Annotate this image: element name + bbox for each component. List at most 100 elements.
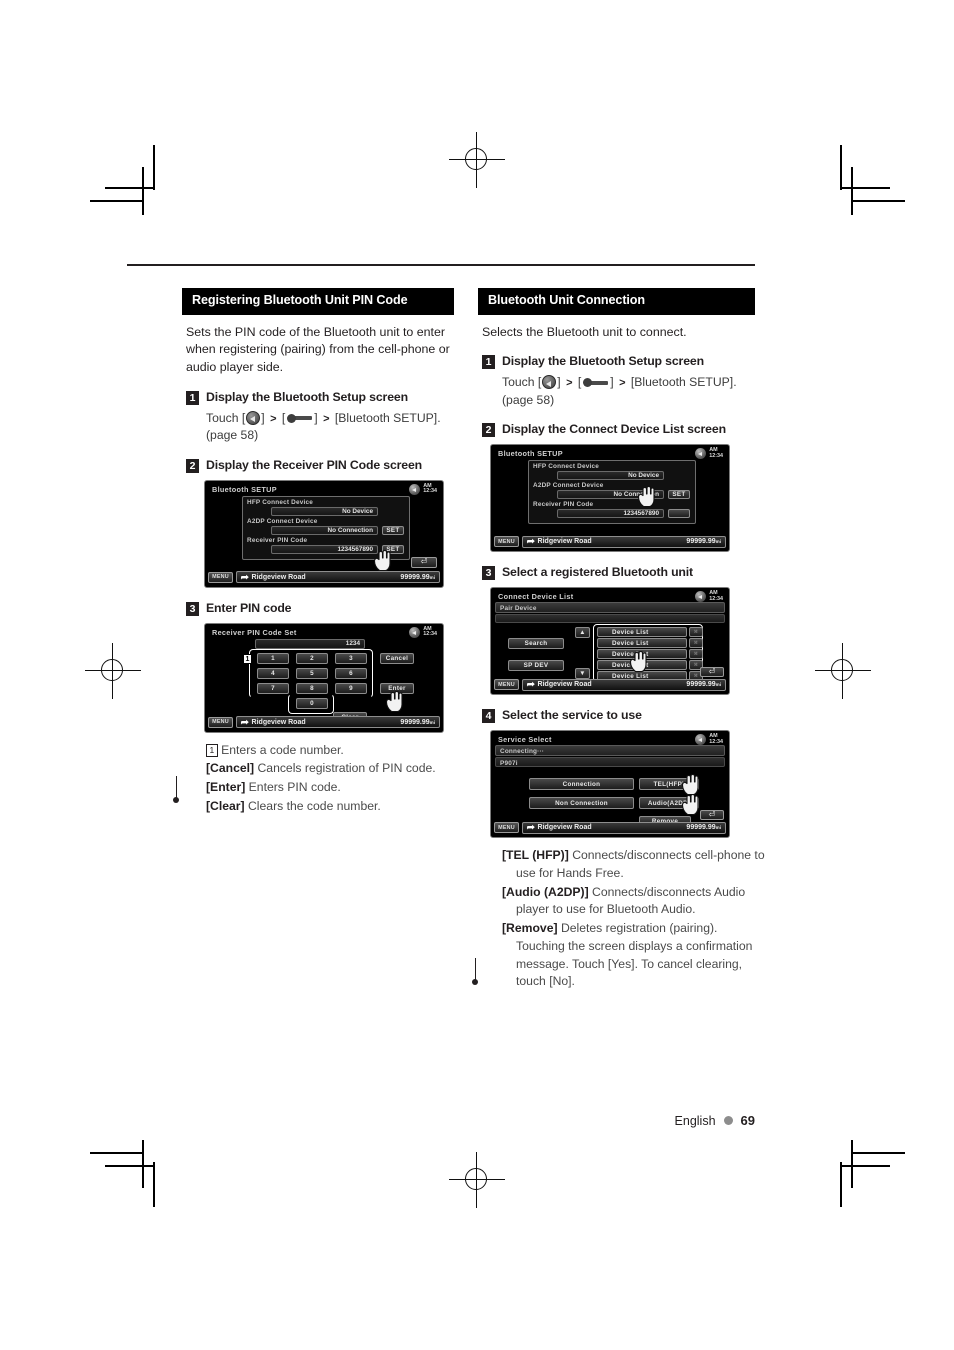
keypad-key-7[interactable]: 7 — [257, 682, 289, 694]
menu-button[interactable]: MENU — [494, 679, 519, 691]
definition-term: [TEL (HFP)] — [502, 848, 569, 863]
road-info-bar[interactable]: ➦ Ridgeview Road 99999.99mi — [522, 821, 726, 834]
keypad-key-4[interactable]: 4 — [257, 667, 289, 679]
road-name: Ridgeview Road — [537, 538, 592, 546]
road-info-bar[interactable]: ➦ Ridgeview Road 99999.99mi — [236, 571, 440, 584]
receiver-pin-set-button[interactable] — [668, 509, 690, 519]
clock-time: 12:34 — [423, 631, 437, 638]
touch-open2-text: [ — [278, 410, 286, 425]
right-step-4: 4 Select the service to use — [482, 708, 750, 724]
a2dp-set-button[interactable]: SET — [668, 490, 690, 500]
right-step-1-instruction: Touch [] > [] > [Bluetooth SETUP]. (page… — [502, 374, 750, 409]
bottom-bar: MENU ➦ Ridgeview Road 99999.99mi — [208, 716, 440, 729]
a2dp-set-button[interactable]: SET — [382, 525, 404, 535]
back-button[interactable]: ⏎ — [700, 810, 724, 821]
road-info-bar[interactable]: ➦ Ridgeview Road 99999.99mi — [522, 678, 726, 691]
turn-arrow-icon: ➦ — [526, 536, 535, 547]
definition-description: Clears the code number. — [248, 798, 381, 813]
distance-value: 99999.99 — [400, 718, 430, 726]
bottom-bar: MENU ➦ Ridgeview Road 99999.99mi — [494, 821, 726, 834]
right-step-1-page-ref: (page 58) — [502, 393, 555, 408]
device-detail-button[interactable]: ⁙ — [689, 649, 703, 660]
menu-button[interactable]: MENU — [208, 571, 233, 583]
distance-unit: mi — [429, 574, 435, 580]
road-left-group: ➦ Ridgeview Road — [527, 680, 592, 689]
device-detail-button[interactable]: ⁙ — [689, 627, 703, 638]
setup-panel: HFP Connect Device No Device A2DP Connec… — [528, 460, 696, 525]
distance-readout: 99999.99mi — [686, 681, 721, 688]
turn-arrow-icon: ➦ — [240, 571, 249, 582]
turn-arrow-icon: ➦ — [526, 679, 535, 690]
registration-mark-left — [85, 643, 141, 699]
keypad-key-0[interactable]: 0 — [296, 697, 328, 709]
hfp-connect-device-value[interactable]: No Device — [271, 506, 378, 516]
left-intro-text: Sets the PIN code of the Bluetooth unit … — [186, 324, 450, 375]
crop-mark-bottom-right — [805, 1140, 905, 1210]
keypad-key-9[interactable]: 9 — [335, 682, 367, 694]
back-button[interactable]: ⏎ — [411, 556, 437, 568]
hand-pointer-icon — [681, 793, 700, 816]
keypad-key-8[interactable]: 8 — [296, 682, 328, 694]
road-left-group: ➦ Ridgeview Road — [240, 571, 306, 582]
touch-prefix-text: Touch [ — [502, 375, 542, 390]
keypad-key-2[interactable]: 2 — [296, 652, 328, 664]
device-list-row-label: Device List — [612, 639, 649, 647]
back-circle-icon — [246, 410, 261, 425]
definition-term: [Cancel] — [206, 761, 255, 776]
registration-mark-right — [815, 643, 871, 699]
distance-value: 99999.99 — [686, 681, 716, 689]
road-info-bar[interactable]: ➦ Ridgeview Road 99999.99mi — [522, 535, 726, 548]
arrow-separator-1: > — [270, 412, 277, 425]
crop-mark-top-right — [805, 145, 905, 215]
right-step-1-number: 1 — [482, 355, 495, 370]
keypad-key-1[interactable]: 1 — [257, 652, 289, 664]
definition-term: [Clear] — [206, 798, 245, 813]
touch-prefix-text: Touch [ — [206, 410, 246, 425]
device-list-row[interactable]: Device List — [597, 627, 687, 638]
setup-slider-icon — [287, 413, 313, 423]
footer-dot-icon — [723, 1116, 733, 1125]
scroll-up-button[interactable]: ▲ — [575, 627, 590, 639]
non-connection-status-field: Non Connection — [529, 797, 634, 810]
pin-cancel-button[interactable]: Cancel — [380, 652, 414, 664]
left-step-1-instruction: Touch [] > [] > [Bluetooth SETUP]. (page… — [206, 410, 454, 445]
screenshot-connect-device-list: Connect Device List AM 12:34 Pair Device… — [490, 587, 730, 696]
turn-arrow-icon: ➦ — [526, 822, 535, 833]
distance-value: 99999.99 — [686, 538, 716, 546]
margin-dot-right — [472, 979, 478, 985]
margin-tick-right — [475, 958, 477, 980]
device-detail-button[interactable]: ⁙ — [689, 638, 703, 649]
a2dp-connect-device-value[interactable]: No Connection — [271, 525, 378, 535]
road-name: Ridgeview Road — [537, 681, 592, 689]
menu-button[interactable]: MENU — [494, 536, 519, 548]
screen-title: Bluetooth SETUP — [212, 484, 277, 494]
device-list-row[interactable]: Device List — [597, 638, 687, 649]
keypad-key-6[interactable]: 6 — [335, 667, 367, 679]
back-button[interactable]: ⏎ — [700, 667, 724, 678]
menu-button[interactable]: MENU — [208, 716, 233, 728]
left-step-2: 2 Display the Receiver PIN Code screen — [186, 458, 454, 473]
right-step-3-title: Select a registered Bluetooth unit — [502, 565, 694, 580]
screen-title: Service Select — [498, 735, 552, 745]
clock-disc-icon — [695, 448, 707, 460]
footer-page-number: 69 — [740, 1113, 755, 1128]
distance-value: 99999.99 — [686, 824, 716, 832]
keypad-key-3[interactable]: 3 — [335, 652, 367, 664]
menu-button[interactable]: MENU — [494, 822, 519, 834]
road-name: Ridgeview Road — [251, 573, 306, 581]
road-info-bar[interactable]: ➦ Ridgeview Road 99999.99mi — [236, 716, 440, 729]
receiver-pin-code-value[interactable]: 1234567890 — [271, 544, 378, 554]
screenshot-bluetooth-setup-left: Bluetooth SETUP AM 12:34 HFP Connect Dev… — [204, 479, 444, 588]
receiver-pin-code-value[interactable]: 1234567890 — [557, 509, 664, 519]
clock-disc-icon — [409, 483, 421, 495]
registration-mark-top — [449, 132, 505, 188]
screenshot-service-select: Service Select AM 12:34 Connecting··· P9… — [490, 730, 730, 839]
left-step-2-title: Display the Receiver PIN Code screen — [206, 457, 423, 472]
search-button[interactable]: Search — [508, 638, 564, 650]
road-left-group: ➦ Ridgeview Road — [241, 717, 306, 727]
distance-readout: 99999.99mi — [400, 574, 435, 581]
sp-dev-button[interactable]: SP DEV — [508, 660, 564, 672]
definition-description: Enters PIN code. — [248, 779, 341, 794]
keypad-key-5[interactable]: 5 — [296, 667, 328, 679]
hfp-connect-device-value[interactable]: No Device — [557, 471, 664, 481]
